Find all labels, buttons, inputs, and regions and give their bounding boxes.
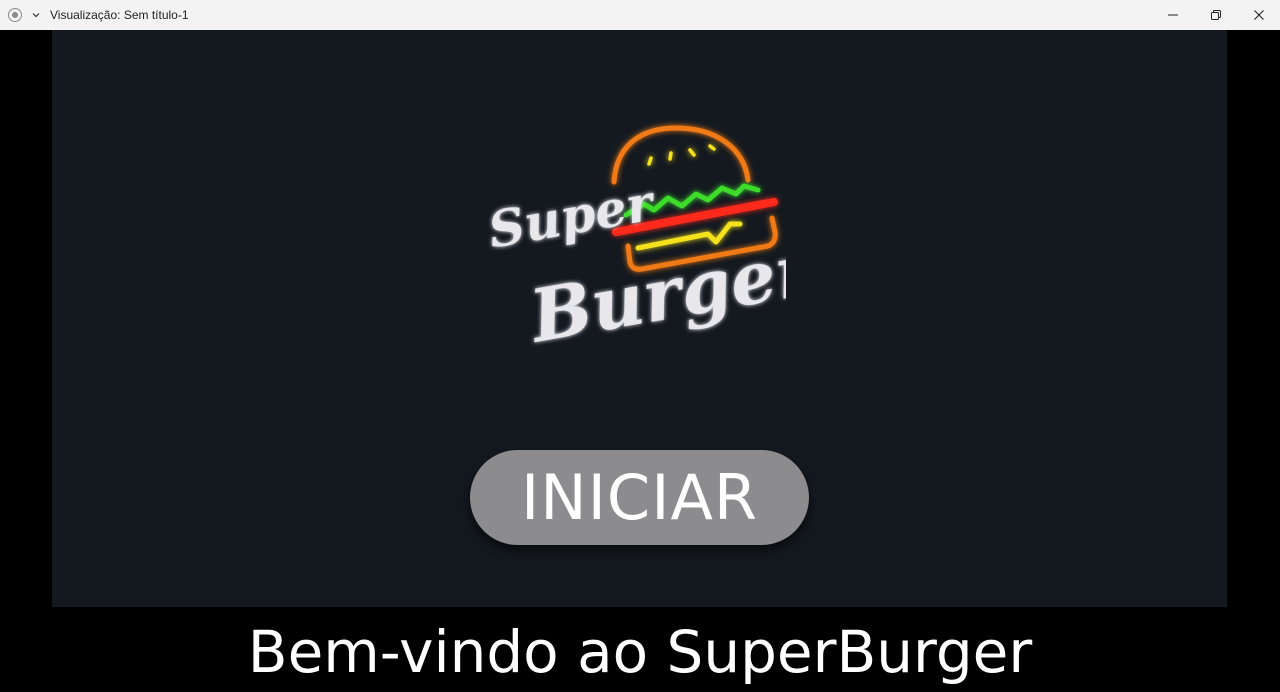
close-icon bbox=[1253, 10, 1264, 20]
superburger-neon-logo: Super Burger bbox=[486, 125, 786, 359]
minimize-icon bbox=[1167, 14, 1178, 16]
close-button[interactable] bbox=[1237, 0, 1280, 30]
minimize-button[interactable] bbox=[1151, 0, 1194, 30]
app-stage: Super Burger INICIAR bbox=[52, 30, 1227, 607]
window-titlebar: Visualização: Sem título-1 bbox=[0, 0, 1280, 30]
titlebar-left: Visualização: Sem título-1 bbox=[0, 8, 189, 22]
app-icon[interactable] bbox=[8, 8, 22, 22]
restore-button[interactable] bbox=[1194, 0, 1237, 30]
window-title: Visualização: Sem título-1 bbox=[50, 8, 189, 22]
window-controls bbox=[1151, 0, 1280, 30]
welcome-text: Bem-vindo ao SuperBurger bbox=[247, 618, 1033, 686]
start-button[interactable]: INICIAR bbox=[470, 450, 809, 545]
chevron-down-icon[interactable] bbox=[29, 8, 43, 22]
restore-icon bbox=[1210, 10, 1221, 20]
sesame-seeds bbox=[647, 144, 716, 166]
logo-text-super: Super bbox=[486, 172, 661, 259]
bun-top-shape bbox=[611, 125, 751, 185]
